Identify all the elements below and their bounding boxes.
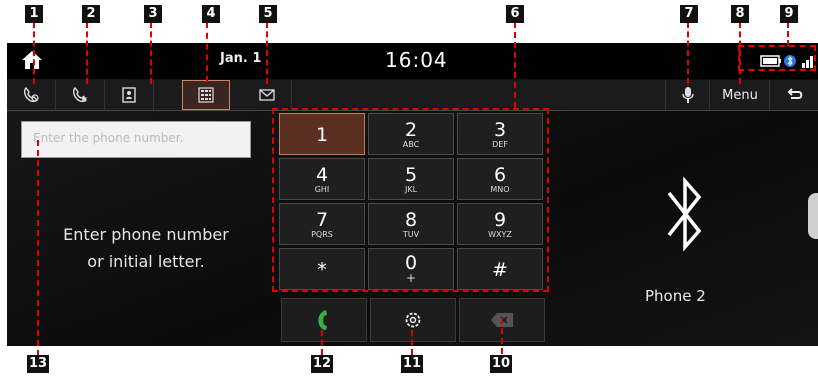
callout-line-2: [86, 22, 88, 84]
back-arrow-icon: [787, 88, 802, 99]
contacts-icon: [122, 87, 136, 103]
call-icon: [318, 310, 327, 330]
tab-favorites[interactable]: [56, 80, 105, 110]
dial-keypad-icon: [198, 87, 214, 103]
dial-settings-button[interactable]: [370, 298, 456, 342]
callout-line-4: [206, 22, 208, 82]
bluetooth-icon: [667, 176, 702, 252]
date-label: Jan. 1: [220, 51, 262, 66]
settings-icon: [405, 312, 421, 328]
tab-contacts[interactable]: [105, 80, 154, 110]
callout-2: 2: [82, 5, 100, 23]
back-button[interactable]: [769, 80, 818, 110]
callout-line-13: [37, 140, 39, 356]
menu-button[interactable]: Menu: [709, 80, 770, 110]
status-icons-highlight: [738, 45, 816, 71]
callout-line-12: [321, 330, 323, 355]
callout-line-1: [33, 22, 35, 84]
hint-line-1: Enter phone number: [63, 225, 229, 244]
callout-line-7: [687, 22, 689, 84]
tab-messages[interactable]: [243, 80, 292, 110]
tab-recent-calls[interactable]: [7, 80, 56, 110]
side-panel-handle[interactable]: [808, 193, 818, 239]
callout-3: 3: [144, 5, 162, 23]
recent-calls-icon: [23, 86, 39, 103]
callout-11: 11: [401, 355, 423, 373]
voice-button[interactable]: [665, 80, 710, 110]
callout-line-6: [514, 22, 516, 108]
callout-5: 5: [259, 5, 277, 23]
messages-icon: [259, 89, 275, 101]
hint-line-2: or initial letter.: [87, 252, 205, 271]
callout-8: 8: [731, 5, 749, 23]
call-button[interactable]: [281, 298, 367, 342]
device-name: Phone 2: [645, 287, 706, 305]
home-icon[interactable]: [21, 50, 43, 70]
tab-bar: Menu: [7, 80, 818, 111]
callout-1: 1: [25, 5, 43, 23]
callout-line-10: [501, 318, 503, 354]
favorites-icon: [72, 86, 88, 103]
clock: 16:04: [385, 48, 448, 72]
status-bar: Jan. 1 16:04: [7, 43, 818, 79]
tab-dial[interactable]: [182, 80, 230, 110]
callout-line-9: [787, 22, 789, 46]
callout-line-3: [150, 22, 152, 84]
callout-7: 7: [680, 5, 698, 23]
microphone-icon: [682, 87, 694, 103]
callout-4: 4: [202, 5, 220, 23]
input-hint: Enter phone number or initial letter.: [21, 221, 271, 275]
callout-10: 10: [490, 355, 512, 373]
callout-6: 6: [506, 5, 524, 23]
callout-12: 12: [311, 355, 333, 373]
callout-9: 9: [780, 5, 798, 23]
phone-number-input[interactable]: Enter the phone number.: [21, 121, 251, 158]
keypad-highlight: [272, 108, 549, 292]
callout-line-11: [411, 330, 413, 355]
callout-13: 13: [27, 355, 49, 373]
callout-line-5: [266, 22, 268, 84]
